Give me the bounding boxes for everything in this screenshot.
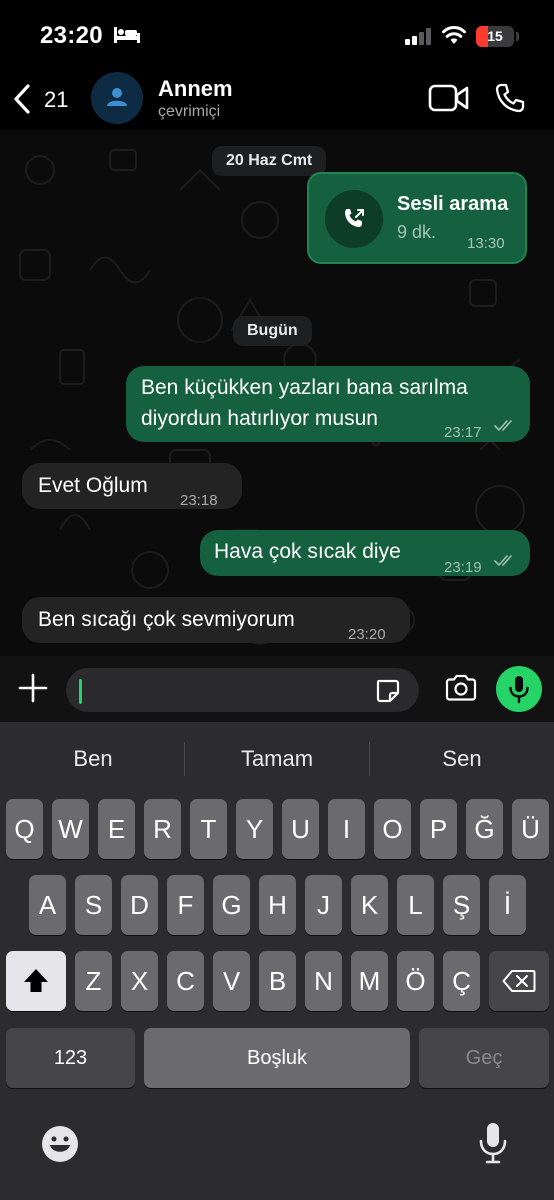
key[interactable]: A <box>29 875 66 935</box>
suggestion-3[interactable]: Sen <box>370 746 554 772</box>
microphone-icon <box>509 676 529 704</box>
return-key[interactable]: Geç <box>419 1028 549 1088</box>
suggestion-1[interactable]: Ben <box>1 746 185 772</box>
message-time: 23:20 <box>348 626 386 643</box>
avatar[interactable] <box>91 72 143 124</box>
read-receipt-icon <box>494 420 512 432</box>
wifi-icon <box>442 26 466 44</box>
chat-area[interactable]: 20 Haz Cmt Sesli arama 9 dk. 13:30 Bugün… <box>0 130 554 656</box>
battery-cap <box>516 32 519 41</box>
shift-key[interactable] <box>6 951 66 1011</box>
status-bar: 23:20 15 <box>0 0 554 70</box>
message-text: Hava çok sıcak diye <box>214 540 401 563</box>
message-bubble-outgoing[interactable]: Hava çok sıcak diye 23:19 <box>200 530 530 576</box>
message-time: 23:17 <box>444 424 482 441</box>
contact-status: çevrimiçi <box>158 103 221 120</box>
date-separator: 20 Haz Cmt <box>212 146 327 176</box>
message-text: Ben sıcağı çok sevmiyorum <box>38 608 295 631</box>
key[interactable]: Ö <box>397 951 434 1011</box>
key[interactable]: Ğ <box>466 799 503 859</box>
shift-icon <box>24 969 48 992</box>
key[interactable]: G <box>213 875 250 935</box>
message-text: Evet Oğlum <box>38 474 148 497</box>
chevron-left-icon <box>14 84 30 114</box>
call-title: Sesli arama <box>397 193 509 215</box>
key[interactable]: Q <box>6 799 43 859</box>
sticker-icon[interactable] <box>374 677 402 705</box>
status-time: 23:20 <box>40 22 103 49</box>
keyboard: Ben Tamam Sen Q W E R T Y U I O P Ğ Ü A … <box>0 722 554 1200</box>
voice-record-button[interactable] <box>496 666 542 712</box>
call-icon-circle <box>325 190 383 248</box>
contact-name[interactable]: Annem <box>158 76 233 102</box>
key[interactable]: Z <box>75 951 112 1011</box>
key[interactable]: J <box>305 875 342 935</box>
key[interactable]: T <box>190 799 227 859</box>
key[interactable]: U <box>282 799 319 859</box>
video-call-icon[interactable] <box>428 84 470 112</box>
outgoing-call-icon <box>345 209 364 227</box>
key[interactable]: B <box>259 951 296 1011</box>
space-key[interactable]: Boşluk <box>144 1028 410 1088</box>
key[interactable]: K <box>351 875 388 935</box>
date-separator: Bugün <box>233 316 312 346</box>
camera-icon[interactable] <box>444 674 478 702</box>
signal-icon <box>405 28 431 45</box>
numbers-key[interactable]: 123 <box>6 1028 135 1088</box>
key[interactable]: R <box>144 799 181 859</box>
key[interactable]: I <box>328 799 365 859</box>
person-icon <box>107 88 127 106</box>
battery-percent: 15 <box>487 28 503 44</box>
battery-icon: 15 <box>476 26 514 47</box>
call-time: 13:30 <box>467 235 505 252</box>
emoji-icon[interactable] <box>40 1124 80 1164</box>
key[interactable]: E <box>98 799 135 859</box>
key[interactable]: Ü <box>512 799 549 859</box>
key[interactable]: N <box>305 951 342 1011</box>
message-text: diyordun hatırlıyor musun <box>141 407 378 430</box>
suggestion-2[interactable]: Tamam <box>185 746 369 772</box>
key[interactable]: M <box>351 951 388 1011</box>
key[interactable]: C <box>167 951 204 1011</box>
dictation-icon[interactable] <box>479 1122 507 1164</box>
key[interactable]: H <box>259 875 296 935</box>
key[interactable]: X <box>121 951 158 1011</box>
chat-header: 21 Annem çevrimiçi <box>0 70 554 130</box>
call-duration: 9 dk. <box>397 222 437 242</box>
key[interactable]: F <box>167 875 204 935</box>
backspace-key[interactable] <box>489 951 549 1011</box>
backspace-icon <box>502 970 536 992</box>
key[interactable]: O <box>374 799 411 859</box>
message-bubble-incoming[interactable]: Ben sıcağı çok sevmiyorum 23:20 <box>22 597 410 643</box>
text-caret <box>79 679 82 704</box>
key[interactable]: Ç <box>443 951 480 1011</box>
key[interactable]: S <box>75 875 112 935</box>
key[interactable]: İ <box>489 875 526 935</box>
message-time: 23:19 <box>444 559 482 576</box>
voice-call-card[interactable]: Sesli arama 9 dk. 13:30 <box>307 172 527 264</box>
phone-icon[interactable] <box>494 82 526 114</box>
message-time: 23:18 <box>180 492 218 509</box>
key[interactable]: L <box>397 875 434 935</box>
message-text: Ben küçükken yazları bana sarılma <box>141 376 468 399</box>
message-input-bar <box>0 656 554 722</box>
key[interactable]: P <box>420 799 457 859</box>
message-input[interactable] <box>66 668 419 712</box>
key[interactable]: W <box>52 799 89 859</box>
key[interactable]: Y <box>236 799 273 859</box>
read-receipt-icon <box>494 555 512 567</box>
key[interactable]: V <box>213 951 250 1011</box>
bed-icon <box>114 27 140 43</box>
unread-count[interactable]: 21 <box>44 87 68 113</box>
plus-icon[interactable] <box>17 672 49 704</box>
key[interactable]: Ş <box>443 875 480 935</box>
message-bubble-outgoing[interactable]: Ben küçükken yazları bana sarılma diyord… <box>126 366 530 442</box>
message-bubble-incoming[interactable]: Evet Oğlum 23:18 <box>22 463 242 509</box>
key[interactable]: D <box>121 875 158 935</box>
